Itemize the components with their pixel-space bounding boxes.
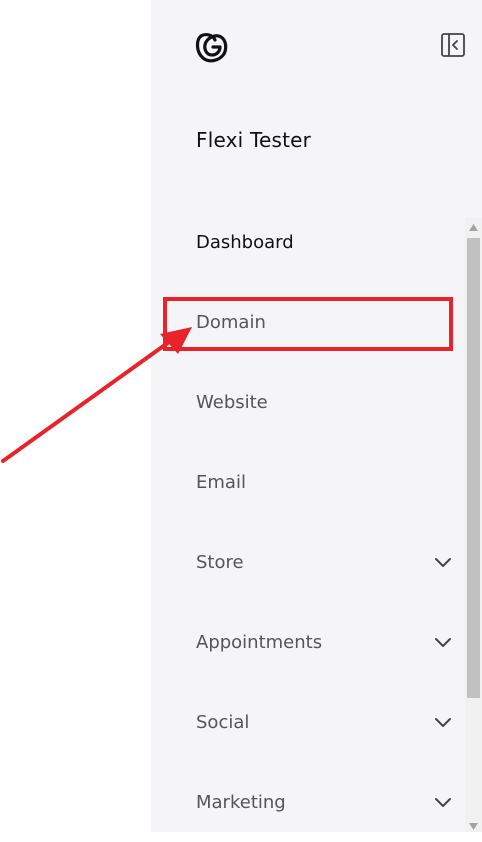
chevron-down-icon[interactable]: [433, 632, 453, 652]
sidebar-item-label: Dashboard: [196, 231, 294, 253]
scroll-up-arrow-icon[interactable]: [469, 224, 478, 231]
chevron-down-icon[interactable]: [433, 712, 453, 732]
chevron-down-icon[interactable]: [433, 792, 453, 812]
sidebar-item-label: Social: [196, 711, 250, 733]
godaddy-logo-icon[interactable]: [193, 28, 229, 64]
sidebar-item-appointments[interactable]: Appointments: [151, 602, 463, 682]
sidebar-item-marketing[interactable]: Marketing: [151, 762, 463, 842]
sidebar: Flexi Tester Dashboard Domain Website Em…: [151, 0, 482, 832]
annotation-highlight-box: [163, 297, 453, 351]
sidebar-scrollbar[interactable]: [465, 218, 482, 832]
scrollbar-thumb[interactable]: [467, 238, 480, 698]
chevron-down-icon[interactable]: [433, 552, 453, 572]
scroll-down-arrow-icon[interactable]: [469, 823, 478, 830]
sidebar-item-label: Email: [196, 471, 246, 493]
collapse-sidebar-icon[interactable]: [440, 32, 466, 58]
sidebar-item-label: Appointments: [196, 631, 323, 653]
sidebar-item-website[interactable]: Website: [151, 362, 463, 442]
sidebar-item-social[interactable]: Social: [151, 682, 463, 762]
sidebar-item-email[interactable]: Email: [151, 442, 463, 522]
account-name: Flexi Tester: [196, 128, 312, 152]
sidebar-item-store[interactable]: Store: [151, 522, 463, 602]
sidebar-item-label: Marketing: [196, 791, 286, 813]
sidebar-item-label: Website: [196, 391, 268, 413]
sidebar-item-dashboard[interactable]: Dashboard: [151, 202, 463, 282]
sidebar-item-label: Store: [196, 551, 244, 573]
content-area: [0, 0, 151, 832]
